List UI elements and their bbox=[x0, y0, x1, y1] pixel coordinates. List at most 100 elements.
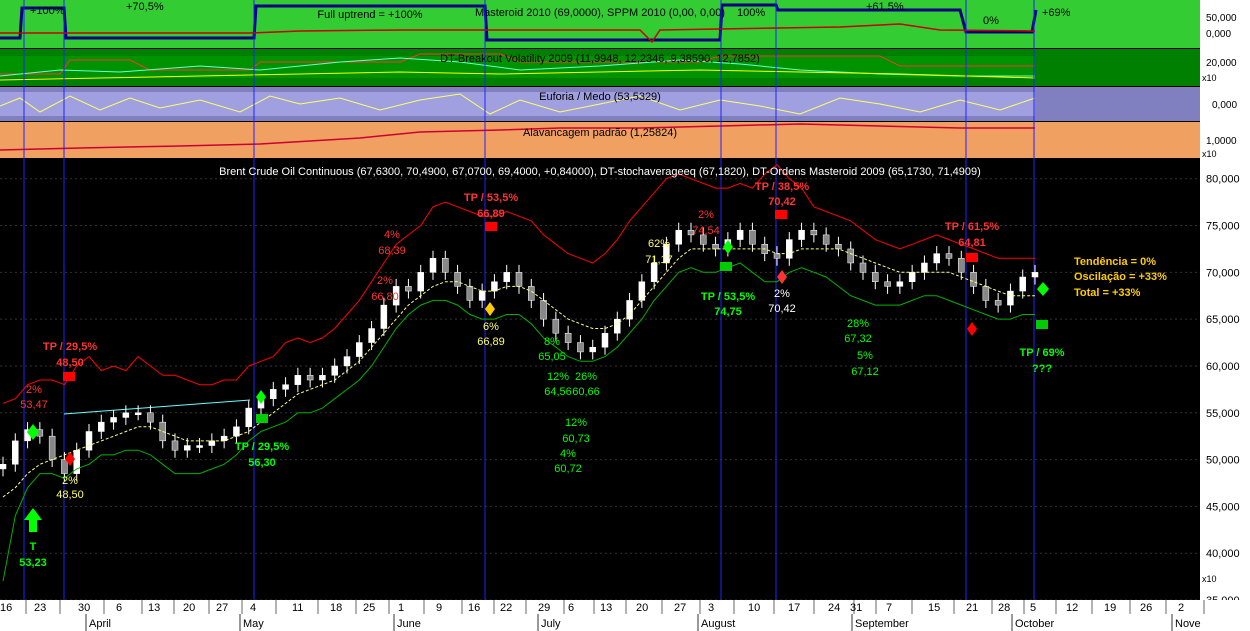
candle-body bbox=[810, 229, 818, 236]
breakout-scale: 20,000 bbox=[1206, 58, 1237, 69]
summary-trend: Tendência = 0% bbox=[1074, 256, 1156, 268]
candle-body bbox=[466, 286, 474, 301]
y-tick-label: 55,000 bbox=[1206, 408, 1240, 420]
annotation: TP / 29,5% bbox=[43, 341, 97, 353]
annotation: 66,89 bbox=[477, 336, 505, 348]
exit-box-4 bbox=[966, 253, 978, 262]
candle-body bbox=[589, 346, 596, 353]
candle-body bbox=[712, 244, 719, 250]
y-tick-label: 80,000 bbox=[1206, 174, 1240, 186]
candle-body bbox=[859, 262, 867, 273]
summary-total: Total = +33% bbox=[1074, 287, 1141, 299]
candle-body bbox=[921, 262, 928, 273]
x-day-label: 27 bbox=[216, 602, 228, 614]
x-day-label: 20 bbox=[183, 602, 195, 614]
annotation: 53,47 bbox=[20, 399, 48, 411]
x-day-label: 19 bbox=[1104, 602, 1116, 614]
candle-body bbox=[245, 407, 252, 428]
x-month-label: May bbox=[243, 618, 264, 630]
annotation: 68,39 bbox=[378, 245, 406, 257]
masteroid-scale-0: 0,000 bbox=[1206, 29, 1231, 40]
annotation: 66,80 bbox=[371, 291, 399, 303]
annotation: 70,42 bbox=[768, 303, 796, 315]
candle-body bbox=[515, 272, 523, 287]
x-day-label: 11 bbox=[292, 602, 303, 614]
candle-body bbox=[270, 389, 277, 399]
annotation: 64,56 bbox=[544, 386, 572, 398]
masteroid-title: Masteroid 2010 (69,0000), SPPM 2010 (0,0… bbox=[475, 7, 725, 19]
candle-body bbox=[294, 375, 302, 385]
candle-body bbox=[282, 384, 289, 390]
top-scale: 50,000 0,000 20,000 x10 0,000 1,0000 x10 bbox=[1200, 0, 1250, 160]
x-day-label: 2 bbox=[1178, 602, 1184, 614]
candle-body bbox=[614, 318, 621, 334]
candle-body bbox=[429, 258, 437, 273]
x-month-label: August bbox=[701, 618, 735, 630]
candle-body bbox=[945, 253, 953, 259]
annotation: 74,54 bbox=[692, 225, 720, 237]
candle-body bbox=[577, 342, 584, 353]
candle-body bbox=[982, 286, 990, 301]
y-tick-label: 40,000 bbox=[1206, 548, 1240, 560]
x-day-label: 12 bbox=[1066, 602, 1078, 614]
annotation: 65,05 bbox=[538, 351, 566, 363]
annotation: ??? bbox=[1032, 363, 1052, 375]
alavancagem-multiplier: x10 bbox=[1202, 149, 1217, 159]
annotation: TP / 29,5% bbox=[235, 441, 289, 453]
x-month-label: Nove bbox=[1175, 618, 1201, 630]
candle-body bbox=[85, 431, 93, 451]
masteroid-note: Full uptrend = +100% bbox=[317, 9, 422, 21]
candle-body bbox=[442, 258, 449, 273]
annotation: 62% bbox=[648, 238, 670, 250]
annotation: TP / 61,5% bbox=[945, 221, 999, 233]
annotation: 2% bbox=[698, 209, 714, 221]
annotation: 60,73 bbox=[562, 433, 590, 445]
annotation: 8% bbox=[544, 336, 560, 348]
exit-box-2 bbox=[485, 222, 497, 231]
masteroid-label-4: +61,5% bbox=[866, 1, 904, 13]
candle-body bbox=[1031, 272, 1039, 278]
x-day-label: 18 bbox=[330, 602, 342, 614]
candle-body bbox=[933, 253, 940, 264]
alavancagem-scale: 1,0000 bbox=[1206, 136, 1237, 147]
annotation: 53,23 bbox=[19, 557, 47, 569]
annotation: TP / 53,5% bbox=[701, 291, 755, 303]
main-multiplier: x10 bbox=[1202, 574, 1217, 584]
candle-body bbox=[540, 300, 547, 320]
x-day-label: 26 bbox=[1140, 602, 1152, 614]
candle-body bbox=[405, 286, 412, 292]
alavancagem-panel: Alavancagem padrão (1,25824) bbox=[0, 122, 1200, 158]
exit-box-5 bbox=[256, 414, 268, 423]
candle-body bbox=[552, 318, 560, 334]
masteroid-label-6: +69% bbox=[1042, 7, 1071, 19]
x-day-label: 10 bbox=[748, 602, 760, 614]
main-title: Brent Crude Oil Continuous (67,6300, 70,… bbox=[219, 166, 981, 178]
y-tick-label: 60,000 bbox=[1206, 361, 1240, 373]
y-tick-label: 70,000 bbox=[1206, 267, 1240, 279]
annotation: 4% bbox=[560, 448, 576, 460]
candle-body bbox=[380, 304, 388, 329]
annotation: 12% bbox=[547, 371, 569, 383]
candle-body bbox=[356, 342, 363, 357]
y-tick-label: 65,000 bbox=[1206, 314, 1240, 326]
x-day-label: 15 bbox=[928, 602, 940, 614]
x-day-label: 29 bbox=[538, 602, 550, 614]
x-day-label: 3 bbox=[708, 602, 714, 614]
annotation: 74,75 bbox=[714, 306, 742, 318]
candle-body bbox=[601, 332, 609, 348]
candle-body bbox=[417, 272, 424, 292]
exit-box-6 bbox=[720, 262, 732, 271]
x-day-label: 27 bbox=[674, 602, 686, 614]
candle-body bbox=[196, 445, 203, 448]
x-day-label: 30 bbox=[78, 602, 90, 614]
annotation: 67,12 bbox=[851, 366, 879, 378]
annotation: 64,81 bbox=[958, 237, 986, 249]
annotation: 12% bbox=[565, 417, 587, 429]
chart-canvas: Masteroid 2010 (69,0000), SPPM 2010 (0,0… bbox=[0, 0, 1250, 631]
alavancagem-title: Alavancagem padrão (1,25824) bbox=[523, 127, 677, 139]
candle-body bbox=[872, 272, 879, 282]
x-day-label: 5 bbox=[1030, 602, 1036, 614]
candle-body bbox=[994, 300, 1002, 306]
x-day-label: 13 bbox=[600, 602, 612, 614]
candle-body bbox=[122, 412, 130, 418]
